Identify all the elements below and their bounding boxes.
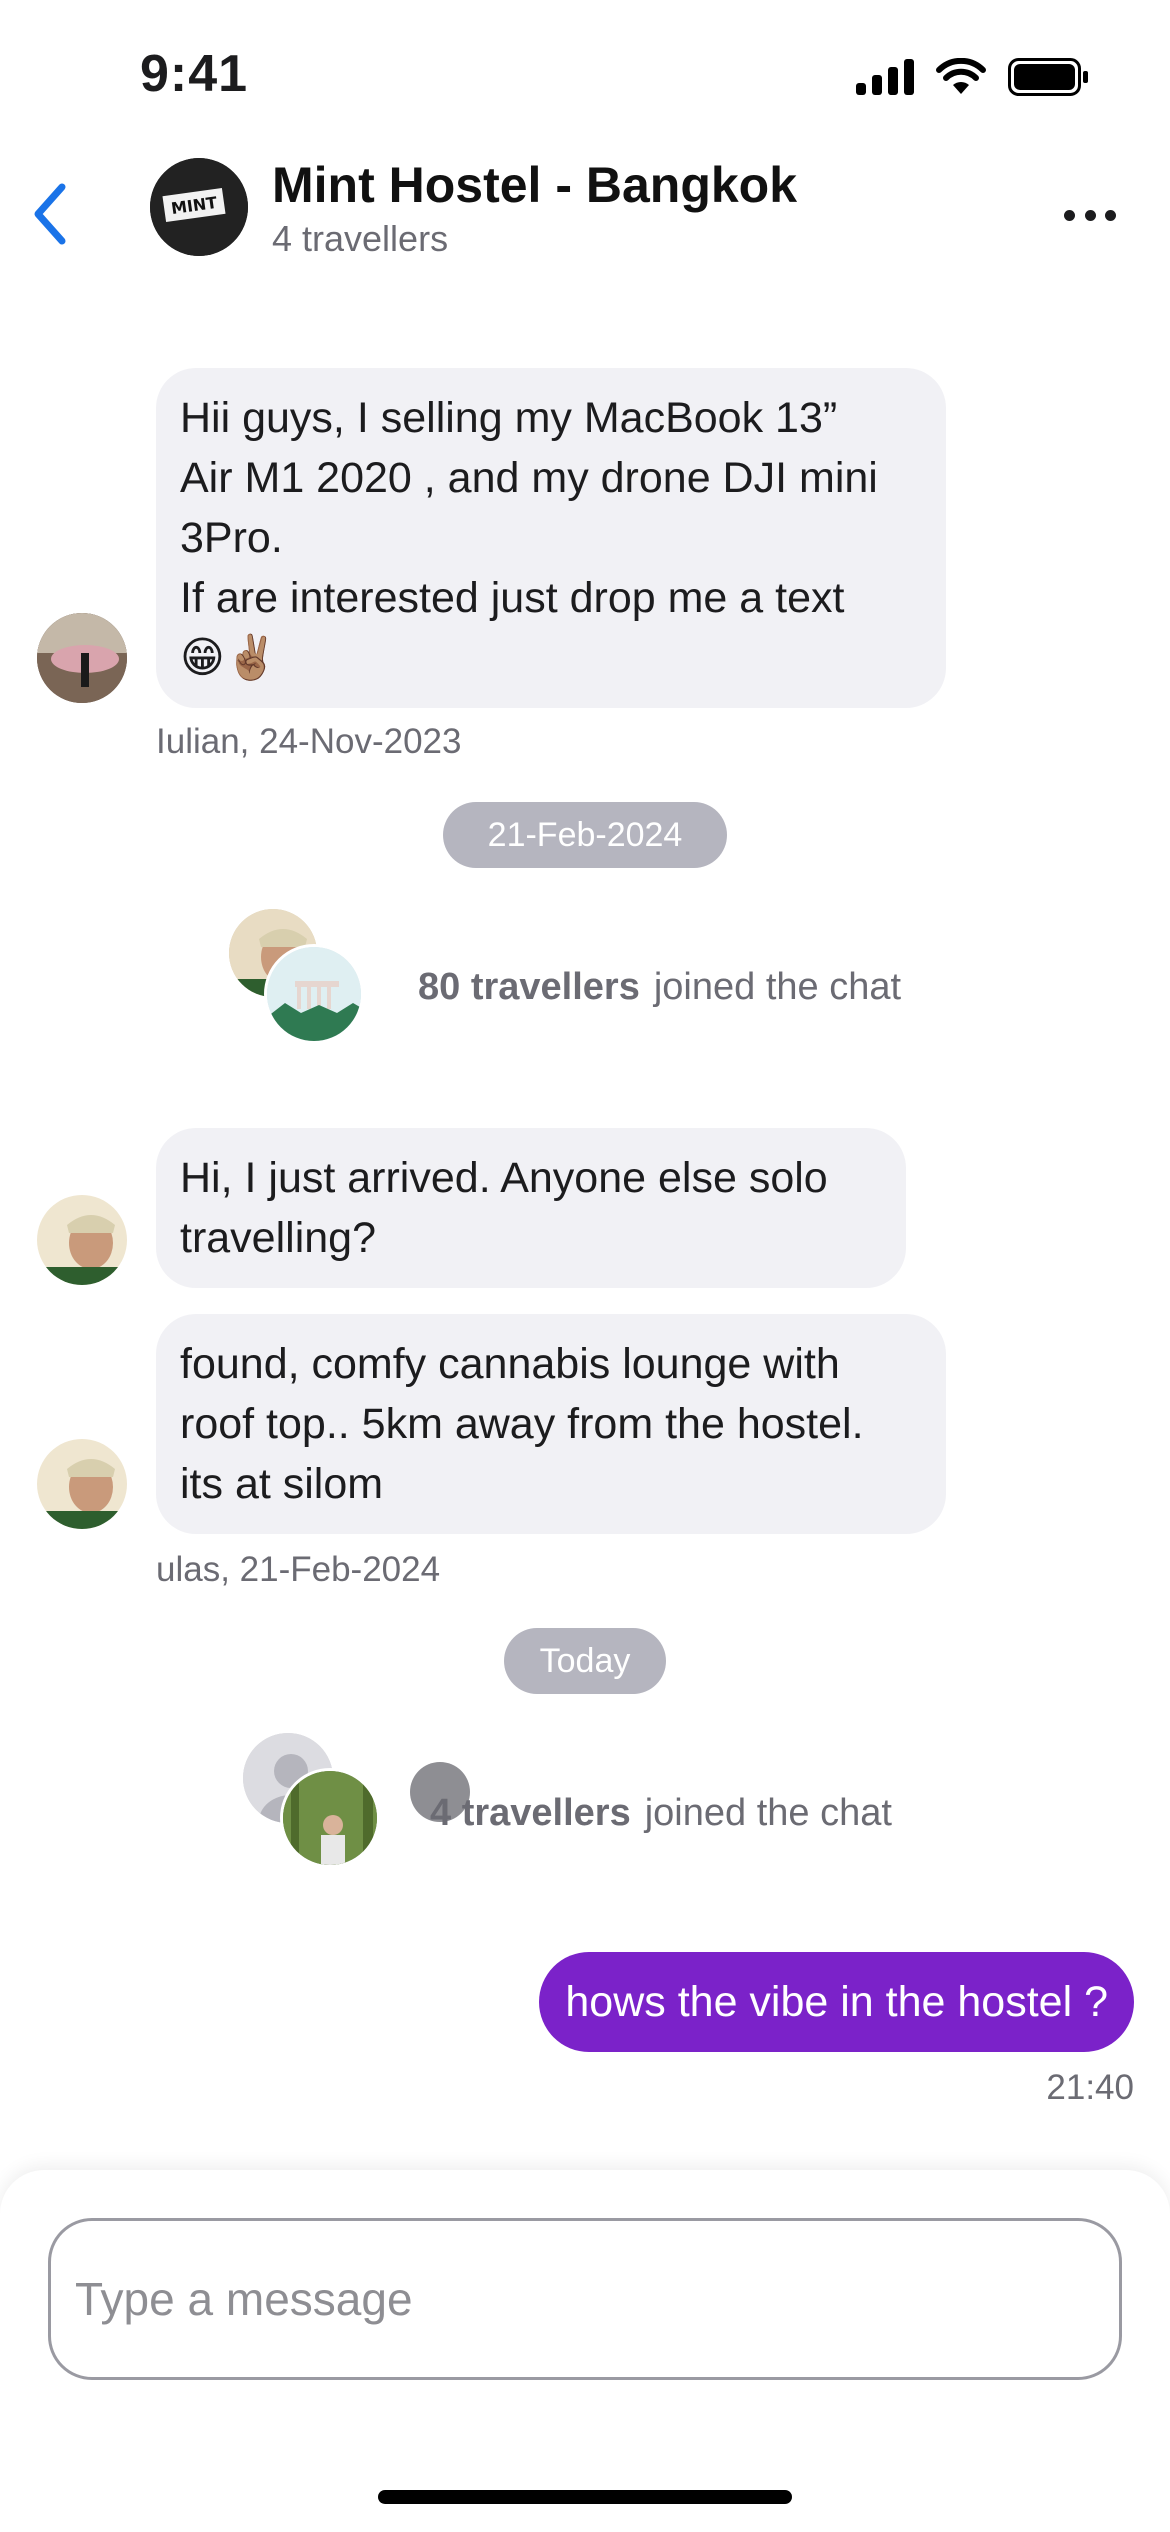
group-avatar[interactable]: MINT — [150, 158, 248, 256]
message-meta: ulas, 21-Feb-2024 — [156, 1550, 441, 1589]
message-composer — [0, 2170, 1170, 2532]
avatar-ulas[interactable] — [34, 1436, 130, 1532]
chat-subtitle: 4 travellers — [272, 218, 449, 259]
chat-title[interactable]: Mint Hostel - Bangkok — [272, 156, 797, 214]
more-dot-icon — [1064, 209, 1075, 221]
signal-icon — [856, 59, 914, 95]
back-button[interactable] — [20, 174, 80, 254]
sent-message-time: 21:40 — [1046, 2068, 1134, 2107]
join-event: 80 travellers joined the chat — [418, 966, 901, 1009]
message-meta: Iulian, 24-Nov-2023 — [156, 722, 462, 761]
message-bubble[interactable]: Hii guys, I selling my MacBook 13” Air M… — [156, 368, 946, 708]
join-suffix: joined the chat — [653, 966, 902, 1008]
wifi-icon — [936, 58, 986, 94]
status-bar: 9:41 — [0, 0, 1170, 150]
message-bubble[interactable]: Hi, I just arrived. Anyone else solo tra… — [156, 1128, 906, 1288]
join-count[interactable]: 4 travellers — [430, 1792, 631, 1834]
chat-header: MINT Mint Hostel - Bangkok 4 travellers — [0, 150, 1170, 280]
date-separator: Today — [504, 1628, 666, 1694]
more-dot-icon — [1084, 209, 1096, 221]
avatar-ulas[interactable] — [34, 1192, 130, 1288]
more-dot-icon — [1105, 209, 1116, 221]
sent-message-bubble[interactable]: hows the vibe in the hostel ? — [539, 1952, 1134, 2052]
avatar-traveller — [280, 1768, 380, 1868]
battery-icon — [1008, 58, 1088, 96]
join-suffix: joined the chat — [644, 1792, 892, 1834]
status-icons — [856, 58, 1090, 96]
more-options-button[interactable] — [1050, 190, 1130, 240]
message-bubble[interactable]: found, comfy cannabis lounge with roof t… — [156, 1314, 946, 1534]
avatar-iulian[interactable] — [34, 610, 130, 706]
join-count[interactable]: 80 travellers — [418, 966, 640, 1008]
chevron-left-icon — [34, 183, 66, 245]
avatar-traveller — [264, 944, 364, 1044]
join-event: 4 travellers joined the chat — [430, 1792, 892, 1835]
status-time: 9:41 — [140, 45, 249, 103]
date-separator: 21-Feb-2024 — [443, 802, 727, 868]
message-input[interactable] — [48, 2218, 1122, 2380]
home-indicator — [378, 2490, 792, 2504]
